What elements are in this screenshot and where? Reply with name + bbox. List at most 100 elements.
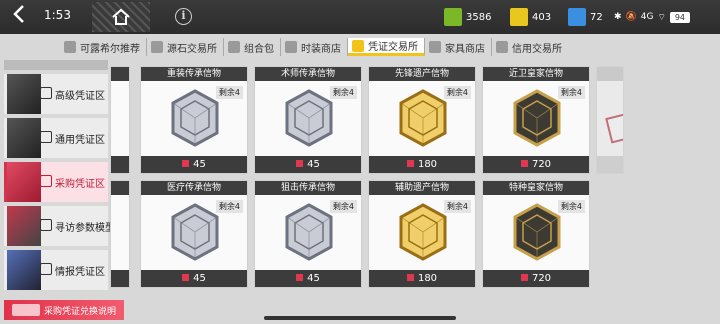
tab-label: 源石交易所: [167, 43, 217, 55]
blue-currency-icon: [568, 8, 586, 26]
voucher-currency-icon: [296, 160, 304, 167]
tab-voucher[interactable]: 凭证交易所: [348, 38, 425, 56]
voucher-currency-icon: [182, 160, 190, 167]
home-indicator: [264, 316, 456, 320]
mute-icon: 🔕: [625, 12, 637, 22]
voucher-currency-icon: [406, 274, 414, 281]
product-card[interactable]: 先锋遗产信物 剩余4 180: [368, 66, 476, 174]
battery-icon: 94: [669, 11, 690, 23]
recommend-icon: [64, 41, 76, 53]
product-card[interactable]: 重装传承信物 剩余4 45: [140, 66, 248, 174]
yellow-currency-value: 403: [532, 11, 552, 23]
bluetooth-icon: ✱: [614, 12, 622, 22]
credit-icon: [496, 41, 508, 53]
tab-label: 信用交易所: [512, 43, 562, 55]
home-icon: [112, 8, 130, 25]
price-value: 180: [417, 273, 438, 284]
tab-label: 时装商店: [301, 43, 341, 55]
tab-credit[interactable]: 信用交易所: [492, 38, 568, 56]
sidebar-item-purchase[interactable]: 采购凭证区: [4, 162, 108, 202]
back-arrow-icon: [13, 5, 24, 23]
shop-tabs: 可露希尔推荐 源石交易所 组合包 时装商店 凭证交易所 家具商店 信用交易所: [60, 38, 720, 56]
blue-currency-display[interactable]: 72: [568, 7, 603, 27]
token-emblem-icon: [285, 203, 333, 261]
product-card[interactable]: 特种皇家信物 剩余4 720: [482, 180, 590, 288]
tab-label: 凭证交易所: [368, 42, 418, 53]
info-banner-icon: [12, 304, 40, 316]
tab-label: 家具商店: [445, 43, 485, 55]
advanced-thumbnail: [7, 74, 41, 114]
system-status: ✱ 🔕 4G ⌔ 94: [614, 2, 720, 32]
price-bar: 180: [369, 156, 475, 173]
signal-label: 4G: [640, 12, 654, 22]
intel-thumbnail: [7, 250, 41, 290]
voucher-currency-icon: [296, 274, 304, 281]
sidebar-item-common[interactable]: 通用凭证区: [4, 118, 108, 158]
originite-icon: [151, 41, 163, 53]
exchange-info-button[interactable]: 采购凭证兑换说明: [4, 300, 124, 320]
search-model-thumbnail: [7, 206, 41, 246]
partial-card[interactable]: [110, 180, 130, 288]
price-value: 720: [531, 273, 552, 284]
product-title: 重装传承信物: [141, 67, 247, 81]
wifi-icon: ⌔: [657, 12, 666, 23]
info-button[interactable]: i: [175, 8, 192, 25]
token-emblem-icon: [285, 89, 333, 147]
tab-outfit[interactable]: 时装商店: [281, 38, 348, 56]
product-card[interactable]: 狙击传承信物 剩余4 45: [254, 180, 362, 288]
price-bar: 45: [141, 270, 247, 287]
product-card[interactable]: 辅助遗产信物 剩余4 180: [368, 180, 476, 288]
home-button[interactable]: [92, 2, 150, 32]
voucher-currency-icon: [406, 160, 414, 167]
price-bar: 45: [141, 156, 247, 173]
sidebar-item-advanced[interactable]: 高级凭证区: [4, 74, 108, 114]
token-emblem-icon: [399, 89, 447, 147]
product-title: 伊桑: [597, 67, 623, 81]
blue-currency-value: 72: [590, 11, 603, 23]
product-card[interactable]: 医疗传承信物 剩余4 45: [140, 180, 248, 288]
sidebar-item-intel[interactable]: 情报凭证区: [4, 250, 108, 290]
clock: 1:53: [44, 8, 71, 22]
back-button[interactable]: [8, 4, 30, 30]
bundle-icon: [228, 41, 240, 53]
furniture-icon: [429, 41, 441, 53]
product-card[interactable]: 术师传承信物 剩余4 45: [254, 66, 362, 174]
price-value: 720: [531, 159, 552, 170]
price-value: 45: [307, 273, 320, 284]
price-bar: 45: [255, 270, 361, 287]
product-card[interactable]: 近卫皇家信物 剩余4 720: [482, 66, 590, 174]
product-title: 医疗传承信物: [141, 181, 247, 195]
voucher-icon: [40, 263, 52, 275]
product-title: 先锋遗产信物: [369, 67, 475, 81]
exchange-info-label: 采购凭证兑换说明: [44, 306, 117, 317]
green-currency-value: 3586: [466, 11, 492, 23]
voucher-currency-icon: [520, 274, 528, 281]
tab-label: 可露希尔推荐: [80, 43, 140, 55]
top-bar: 1:53 i 3586 403 72 ✱ 🔕 4G ⌔ 94: [0, 0, 720, 34]
price-bar: 180: [369, 270, 475, 287]
product-title: 特种皇家信物: [483, 181, 589, 195]
sidebar-scroll-top: [4, 60, 108, 70]
token-emblem-icon: [513, 203, 561, 261]
tab-furniture[interactable]: 家具商店: [425, 38, 492, 56]
common-thumbnail: [7, 118, 41, 158]
voucher-currency-icon: [520, 160, 528, 167]
token-emblem-icon: [399, 203, 447, 261]
sidebar-item-label: 情报凭证区: [55, 267, 105, 278]
tab-recommend[interactable]: 可露希尔推荐: [60, 38, 147, 56]
voucher-icon: [40, 87, 52, 99]
tab-label: 组合包: [244, 43, 274, 55]
tab-originite[interactable]: 源石交易所: [147, 38, 224, 56]
sidebar-item-label: 通用凭证区: [55, 135, 105, 146]
price-bar: 45: [255, 156, 361, 173]
sidebar-item-label: 高级凭证区: [55, 91, 105, 102]
product-grid: 重装传承信物 剩余4 45 术师传承信物 剩余4 45 先锋遗产信物 剩余4 180 …: [110, 62, 625, 297]
product-card-sold-out[interactable]: 伊桑 售罄 150: [596, 66, 624, 174]
sidebar-item-search-model[interactable]: 寻访参数模型: [4, 206, 115, 246]
green-currency-display[interactable]: 3586: [444, 7, 491, 27]
category-sidebar: 高级凭证区 通用凭证区 采购凭证区 寻访参数模型 情报凭证区: [4, 60, 115, 296]
tab-bundle[interactable]: 组合包: [224, 38, 281, 56]
token-emblem-icon: [513, 89, 561, 147]
yellow-currency-display[interactable]: 403: [510, 7, 551, 27]
partial-card[interactable]: [110, 66, 130, 174]
